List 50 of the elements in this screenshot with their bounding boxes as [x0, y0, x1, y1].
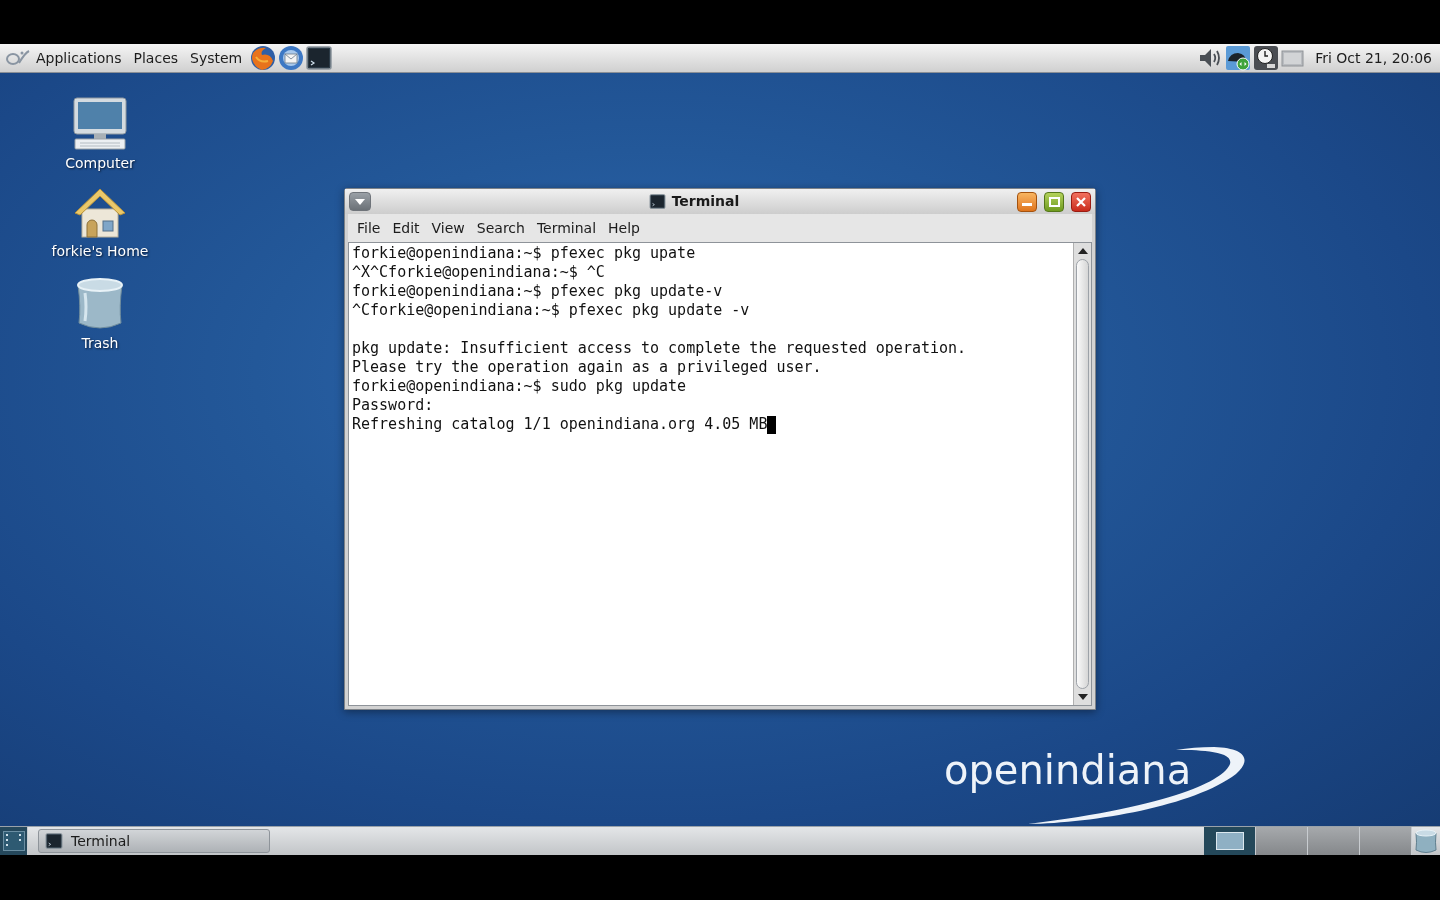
trash-button[interactable]	[1412, 827, 1440, 855]
terminal-line: forkie@openindiana:~$ pfexec pkg upate	[352, 244, 696, 263]
maximize-button[interactable]	[1044, 191, 1064, 212]
icon-label[interactable]: Computer	[65, 153, 135, 174]
close-button[interactable]	[1071, 191, 1091, 212]
terminal-line: Refreshing catalog 1/1 openindiana.org 4.05 MB	[352, 415, 768, 434]
terminal-line: Password:	[352, 396, 434, 415]
clock-icon[interactable]	[1253, 45, 1280, 71]
workspace-button[interactable]	[1204, 827, 1256, 855]
icon-label[interactable]: Trash	[81, 333, 119, 354]
menu-item[interactable]: File	[351, 216, 387, 240]
terminal-line: forkie@openindiana:~$ sudo pkg update	[352, 377, 687, 396]
minimize-button[interactable]	[1017, 191, 1037, 212]
trash-can-icon[interactable]	[75, 277, 125, 331]
terminal-line: ^X^Cforkie@openindiana:~$ ^C	[352, 263, 605, 282]
house-icon[interactable]	[73, 187, 127, 239]
show-desktop-button[interactable]	[0, 827, 28, 855]
panel-menu[interactable]: Applications	[30, 46, 128, 70]
terminal-icon	[648, 194, 666, 209]
network-icon[interactable]	[1225, 45, 1252, 71]
menu-item[interactable]: Terminal	[530, 216, 603, 240]
show-desktop-icon	[2, 831, 25, 851]
menu-item[interactable]: Search	[470, 216, 531, 240]
terminal-line: pkg update: Insufficient access to complete the requested operation.	[352, 339, 967, 358]
computer-monitor-icon[interactable]	[72, 97, 128, 151]
terminal-line: ^Cforkie@openindiana:~$ pfexec pkg update -v	[352, 301, 750, 320]
trash-can-icon	[1414, 828, 1438, 854]
panel-menu[interactable]: Places	[127, 46, 185, 70]
taskbar-button[interactable]: Terminal	[38, 829, 270, 853]
terminal-line: forkie@openindiana:~$ pfexec pkg update-v	[352, 282, 723, 301]
scrollbar-thumb[interactable]	[1076, 259, 1089, 689]
terminal-line: Please try the operation again as a privileged user.	[352, 358, 822, 377]
maximize-icon	[1048, 196, 1060, 207]
panel-menu[interactable]: System	[184, 46, 249, 70]
globe-icon[interactable]	[250, 45, 277, 71]
terminal-icon	[45, 833, 63, 849]
menu-item[interactable]: Help	[602, 216, 646, 240]
down-arrow-icon	[1077, 694, 1088, 700]
window-menu-button[interactable]	[349, 192, 371, 211]
caret-icon	[355, 198, 365, 205]
logo-icon[interactable]	[5, 49, 30, 67]
icon-label[interactable]: forkie's Home	[51, 241, 149, 262]
menu-item[interactable]: View	[425, 216, 471, 240]
minimize-icon	[1022, 202, 1032, 206]
up-arrow-icon	[1077, 248, 1088, 254]
close-icon	[1076, 196, 1086, 207]
window-title: Terminal	[671, 192, 740, 211]
menu-item[interactable]: Edit	[386, 216, 426, 240]
mail-globe-icon[interactable]	[278, 45, 305, 71]
date-time[interactable]: Fri Oct 21, 20:06	[1315, 47, 1432, 69]
